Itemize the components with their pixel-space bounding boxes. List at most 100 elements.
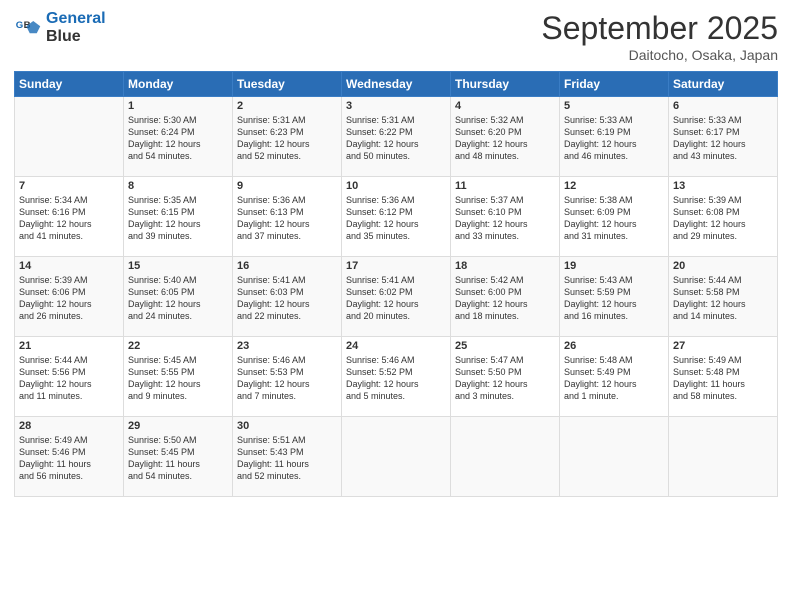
calendar-cell: 22 Sunrise: 5:45 AM Sunset: 5:55 PM Dayli… <box>124 337 233 417</box>
day-number: 6 <box>673 100 773 112</box>
calendar-week-row: 7Sunrise: 5:34 AM Sunset: 6:16 PM Daylig… <box>15 177 778 257</box>
calendar-cell: 25Sunrise: 5:47 AM Sunset: 5:50 PM Dayli… <box>451 337 560 417</box>
day-number: 23 <box>237 340 337 352</box>
day-number: 19 <box>564 260 664 272</box>
cell-info: Sunrise: 5:47 AM Sunset: 5:50 PM Dayligh… <box>455 354 555 403</box>
day-number: 8 <box>128 180 228 192</box>
cell-info: Sunrise: 5:31 AM Sunset: 6:23 PM Dayligh… <box>237 114 337 163</box>
cell-info: Sunrise: 5:42 AM Sunset: 6:00 PM Dayligh… <box>455 274 555 323</box>
calendar-cell: 17Sunrise: 5:41 AM Sunset: 6:02 PM Dayli… <box>342 257 451 337</box>
weekday-header-tuesday: Tuesday <box>233 72 342 97</box>
calendar-cell: 1 Sunrise: 5:30 AM Sunset: 6:24 PM Daylig… <box>124 97 233 177</box>
cell-info: Sunrise: 5:31 AM Sunset: 6:22 PM Dayligh… <box>346 114 446 163</box>
cell-info: Sunrise: 5:50 AM Sunset: 5:45 PM Dayligh… <box>128 434 228 483</box>
cell-info: Sunrise: 5:38 AM Sunset: 6:09 PM Dayligh… <box>564 194 664 243</box>
cell-info: Sunrise: 5:49 AM Sunset: 5:46 PM Dayligh… <box>19 434 119 483</box>
weekday-header-friday: Friday <box>560 72 669 97</box>
weekday-header-saturday: Saturday <box>669 72 778 97</box>
day-number: 2 <box>237 100 337 112</box>
calendar-cell: 21Sunrise: 5:44 AM Sunset: 5:56 PM Dayli… <box>15 337 124 417</box>
calendar-cell: 27 Sunrise: 5:49 AM Sunset: 5:48 PM Dayli… <box>669 337 778 417</box>
month-title: September 2025 <box>541 10 778 47</box>
day-number: 20 <box>673 260 773 272</box>
calendar-cell: 30 Sunrise: 5:51 AM Sunset: 5:43 PM Dayli… <box>233 417 342 497</box>
cell-info: Sunrise: 5:46 AM Sunset: 5:53 PM Dayligh… <box>237 354 337 403</box>
day-number: 10 <box>346 180 446 192</box>
calendar-cell: 28 Sunrise: 5:49 AM Sunset: 5:46 PM Dayli… <box>15 417 124 497</box>
calendar-cell: 4 Sunrise: 5:32 AM Sunset: 6:20 PM Daylig… <box>451 97 560 177</box>
day-number: 1 <box>128 100 228 112</box>
title-block: September 2025 Daitocho, Osaka, Japan <box>541 10 778 63</box>
calendar-header: SundayMondayTuesdayWednesdayThursdayFrid… <box>15 72 778 97</box>
calendar-cell: 3Sunrise: 5:31 AM Sunset: 6:22 PM Daylig… <box>342 97 451 177</box>
weekday-row: SundayMondayTuesdayWednesdayThursdayFrid… <box>15 72 778 97</box>
cell-info: Sunrise: 5:36 AM Sunset: 6:13 PM Dayligh… <box>237 194 337 243</box>
day-number: 11 <box>455 180 555 192</box>
cell-info: Sunrise: 5:40 AM Sunset: 6:05 PM Dayligh… <box>128 274 228 323</box>
calendar-week-row: 14Sunrise: 5:39 AM Sunset: 6:06 PM Dayli… <box>15 257 778 337</box>
calendar-cell: 15 Sunrise: 5:40 AM Sunset: 6:05 PM Dayli… <box>124 257 233 337</box>
day-number: 28 <box>19 420 119 432</box>
day-number: 18 <box>455 260 555 272</box>
day-number: 21 <box>19 340 119 352</box>
calendar-cell: 10 Sunrise: 5:36 AM Sunset: 6:12 PM Dayli… <box>342 177 451 257</box>
day-number: 12 <box>564 180 664 192</box>
calendar-cell: 5Sunrise: 5:33 AM Sunset: 6:19 PM Daylig… <box>560 97 669 177</box>
calendar-cell: 24 Sunrise: 5:46 AM Sunset: 5:52 PM Dayli… <box>342 337 451 417</box>
cell-info: Sunrise: 5:49 AM Sunset: 5:48 PM Dayligh… <box>673 354 773 403</box>
day-number: 22 <box>128 340 228 352</box>
weekday-header-wednesday: Wednesday <box>342 72 451 97</box>
cell-info: Sunrise: 5:34 AM Sunset: 6:16 PM Dayligh… <box>19 194 119 243</box>
day-number: 16 <box>237 260 337 272</box>
cell-info: Sunrise: 5:37 AM Sunset: 6:10 PM Dayligh… <box>455 194 555 243</box>
calendar-week-row: 21Sunrise: 5:44 AM Sunset: 5:56 PM Dayli… <box>15 337 778 417</box>
calendar-cell: 9Sunrise: 5:36 AM Sunset: 6:13 PM Daylig… <box>233 177 342 257</box>
calendar-cell <box>560 417 669 497</box>
day-number: 26 <box>564 340 664 352</box>
day-number: 4 <box>455 100 555 112</box>
cell-info: Sunrise: 5:41 AM Sunset: 6:02 PM Dayligh… <box>346 274 446 323</box>
day-number: 27 <box>673 340 773 352</box>
day-number: 24 <box>346 340 446 352</box>
cell-info: Sunrise: 5:39 AM Sunset: 6:06 PM Dayligh… <box>19 274 119 323</box>
day-number: 30 <box>237 420 337 432</box>
cell-info: Sunrise: 5:46 AM Sunset: 5:52 PM Dayligh… <box>346 354 446 403</box>
calendar-cell: 14Sunrise: 5:39 AM Sunset: 6:06 PM Dayli… <box>15 257 124 337</box>
cell-info: Sunrise: 5:43 AM Sunset: 5:59 PM Dayligh… <box>564 274 664 323</box>
calendar-cell <box>451 417 560 497</box>
cell-info: Sunrise: 5:44 AM Sunset: 5:58 PM Dayligh… <box>673 274 773 323</box>
calendar-cell: 29 Sunrise: 5:50 AM Sunset: 5:45 PM Dayli… <box>124 417 233 497</box>
calendar-cell: 18 Sunrise: 5:42 AM Sunset: 6:00 PM Dayli… <box>451 257 560 337</box>
calendar-page: G B General Blue September 2025 Daitocho… <box>0 0 792 612</box>
calendar-cell: 26 Sunrise: 5:48 AM Sunset: 5:49 PM Dayli… <box>560 337 669 417</box>
cell-info: Sunrise: 5:48 AM Sunset: 5:49 PM Dayligh… <box>564 354 664 403</box>
cell-info: Sunrise: 5:39 AM Sunset: 6:08 PM Dayligh… <box>673 194 773 243</box>
cell-info: Sunrise: 5:32 AM Sunset: 6:20 PM Dayligh… <box>455 114 555 163</box>
cell-info: Sunrise: 5:51 AM Sunset: 5:43 PM Dayligh… <box>237 434 337 483</box>
cell-info: Sunrise: 5:45 AM Sunset: 5:55 PM Dayligh… <box>128 354 228 403</box>
day-number: 15 <box>128 260 228 272</box>
calendar-cell: 2 Sunrise: 5:31 AM Sunset: 6:23 PM Daylig… <box>233 97 342 177</box>
calendar-cell: 11 Sunrise: 5:37 AM Sunset: 6:10 PM Dayli… <box>451 177 560 257</box>
calendar-cell: 7Sunrise: 5:34 AM Sunset: 6:16 PM Daylig… <box>15 177 124 257</box>
calendar-cell: 13 Sunrise: 5:39 AM Sunset: 6:08 PM Dayli… <box>669 177 778 257</box>
weekday-header-thursday: Thursday <box>451 72 560 97</box>
day-number: 13 <box>673 180 773 192</box>
weekday-header-monday: Monday <box>124 72 233 97</box>
calendar-body: 1 Sunrise: 5:30 AM Sunset: 6:24 PM Daylig… <box>15 97 778 497</box>
calendar-cell: 6Sunrise: 5:33 AM Sunset: 6:17 PM Daylig… <box>669 97 778 177</box>
calendar-cell <box>669 417 778 497</box>
cell-info: Sunrise: 5:30 AM Sunset: 6:24 PM Dayligh… <box>128 114 228 163</box>
calendar-week-row: 1 Sunrise: 5:30 AM Sunset: 6:24 PM Daylig… <box>15 97 778 177</box>
header: G B General Blue September 2025 Daitocho… <box>14 10 778 63</box>
calendar-cell: 16Sunrise: 5:41 AM Sunset: 6:03 PM Dayli… <box>233 257 342 337</box>
svg-text:G: G <box>16 20 23 31</box>
cell-info: Sunrise: 5:35 AM Sunset: 6:15 PM Dayligh… <box>128 194 228 243</box>
cell-info: Sunrise: 5:36 AM Sunset: 6:12 PM Dayligh… <box>346 194 446 243</box>
calendar-cell: 20 Sunrise: 5:44 AM Sunset: 5:58 PM Dayli… <box>669 257 778 337</box>
day-number: 29 <box>128 420 228 432</box>
location: Daitocho, Osaka, Japan <box>541 47 778 63</box>
calendar-week-row: 28 Sunrise: 5:49 AM Sunset: 5:46 PM Dayli… <box>15 417 778 497</box>
weekday-header-sunday: Sunday <box>15 72 124 97</box>
calendar-table: SundayMondayTuesdayWednesdayThursdayFrid… <box>14 71 778 497</box>
